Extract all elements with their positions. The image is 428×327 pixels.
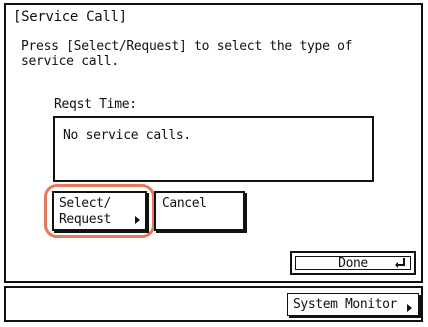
list-empty-text: No service calls. [63,128,191,143]
service-call-panel: [Service Call] Press [Select/Request] to… [4,3,423,283]
page-title: [Service Call] [13,9,127,25]
system-monitor-label: System Monitor [293,297,397,312]
enter-return-icon [395,258,405,268]
done-button[interactable]: Done [290,251,416,275]
cancel-button[interactable]: Cancel [154,191,245,231]
triangle-right-icon [407,304,412,312]
instruction-message: Press [Select/Request] to select the typ… [21,39,353,69]
triangle-right-icon [135,216,140,224]
select-request-button[interactable]: Select/ Request [52,191,147,231]
cancel-label: Cancel [162,196,207,211]
service-call-list[interactable]: No service calls. [53,116,374,182]
select-label-line2: Request [59,212,111,227]
reqst-time-label: Reqst Time: [54,97,137,112]
select-label-line1: Select/ [59,196,111,211]
system-monitor-button[interactable]: System Monitor [287,293,419,316]
status-bar: System Monitor [4,286,423,322]
